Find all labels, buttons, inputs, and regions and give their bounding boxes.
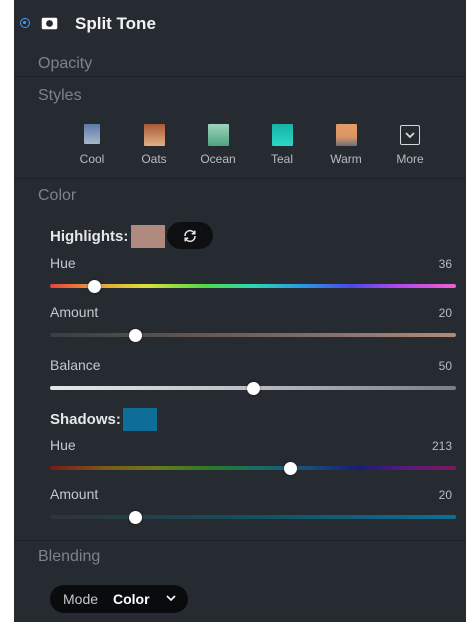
- split-tone-panel: Split Tone Opacity Styles Cool Oats Ocea…: [14, 0, 466, 622]
- color-section-header[interactable]: Color: [38, 187, 76, 205]
- style-preset-oats[interactable]: Oats: [129, 124, 179, 166]
- shadows-amount-label: Amount: [50, 486, 99, 502]
- style-preset-label: Warm: [330, 152, 362, 166]
- teal-swatch: [271, 124, 293, 146]
- style-preset-label: Cool: [79, 152, 105, 166]
- oats-swatch: [143, 124, 165, 146]
- panel-title: Split Tone: [75, 14, 156, 33]
- style-preset-label: Ocean: [200, 152, 236, 166]
- highlights-hue-slider[interactable]: [50, 279, 456, 293]
- style-preset-ocean[interactable]: Ocean: [193, 124, 243, 166]
- reset-highlights-button[interactable]: [167, 222, 213, 249]
- reset-icon: [184, 229, 196, 243]
- highlights-amount-value: 20: [438, 306, 452, 320]
- blend-mode-value: Color: [113, 591, 150, 607]
- slider-thumb[interactable]: [246, 381, 260, 395]
- slider-thumb[interactable]: [88, 279, 102, 293]
- style-preset-teal[interactable]: Teal: [257, 124, 307, 166]
- mask-icon: [41, 17, 58, 30]
- divider: [14, 178, 466, 179]
- blend-mode-label: Mode: [63, 591, 99, 607]
- shadows-hue-label: Hue: [50, 437, 76, 453]
- style-preset-cool[interactable]: Cool: [67, 124, 117, 166]
- slider-thumb[interactable]: [284, 461, 298, 475]
- style-preset-more[interactable]: More: [385, 124, 435, 166]
- balance-slider[interactable]: [50, 381, 456, 395]
- highlights-color-swatch[interactable]: [131, 225, 165, 248]
- highlights-hue-value: 36: [438, 257, 452, 271]
- opacity-section-header[interactable]: Opacity: [38, 55, 92, 73]
- warm-swatch: [335, 124, 357, 146]
- cool-swatch: [84, 124, 100, 144]
- panel-enable-radio[interactable]: [20, 18, 30, 28]
- shadows-amount-slider[interactable]: [50, 510, 456, 524]
- divider: [14, 76, 466, 77]
- divider: [14, 540, 466, 541]
- shadows-hue-value: 213: [431, 439, 452, 453]
- blending-section-header[interactable]: Blending: [38, 548, 100, 566]
- shadows-hue-slider[interactable]: [50, 461, 456, 475]
- highlights-amount-label: Amount: [50, 304, 99, 320]
- style-preset-label: More: [396, 152, 424, 166]
- highlights-amount-slider[interactable]: [50, 328, 456, 342]
- shadows-color-swatch[interactable]: [123, 408, 157, 431]
- styles-section-header[interactable]: Styles: [38, 87, 82, 105]
- shadows-amount-value: 20: [438, 488, 452, 502]
- balance-value: 50: [438, 359, 452, 373]
- style-preset-label: Teal: [270, 152, 293, 166]
- slider-thumb[interactable]: [129, 510, 143, 524]
- highlights-label: Highlights:: [50, 228, 129, 245]
- chevron-down-icon: [166, 595, 176, 602]
- balance-label: Balance: [50, 357, 101, 373]
- style-preset-label: Oats: [141, 152, 167, 166]
- highlights-hue-label: Hue: [50, 255, 76, 271]
- chevron-down-box-icon: [400, 125, 420, 145]
- style-preset-warm[interactable]: Warm: [321, 124, 371, 166]
- slider-thumb[interactable]: [128, 328, 142, 342]
- panel-header[interactable]: Split Tone: [14, 0, 466, 48]
- shadows-label: Shadows:: [50, 411, 121, 428]
- blend-mode-dropdown[interactable]: Mode Color: [50, 585, 188, 613]
- ocean-swatch: [207, 124, 229, 146]
